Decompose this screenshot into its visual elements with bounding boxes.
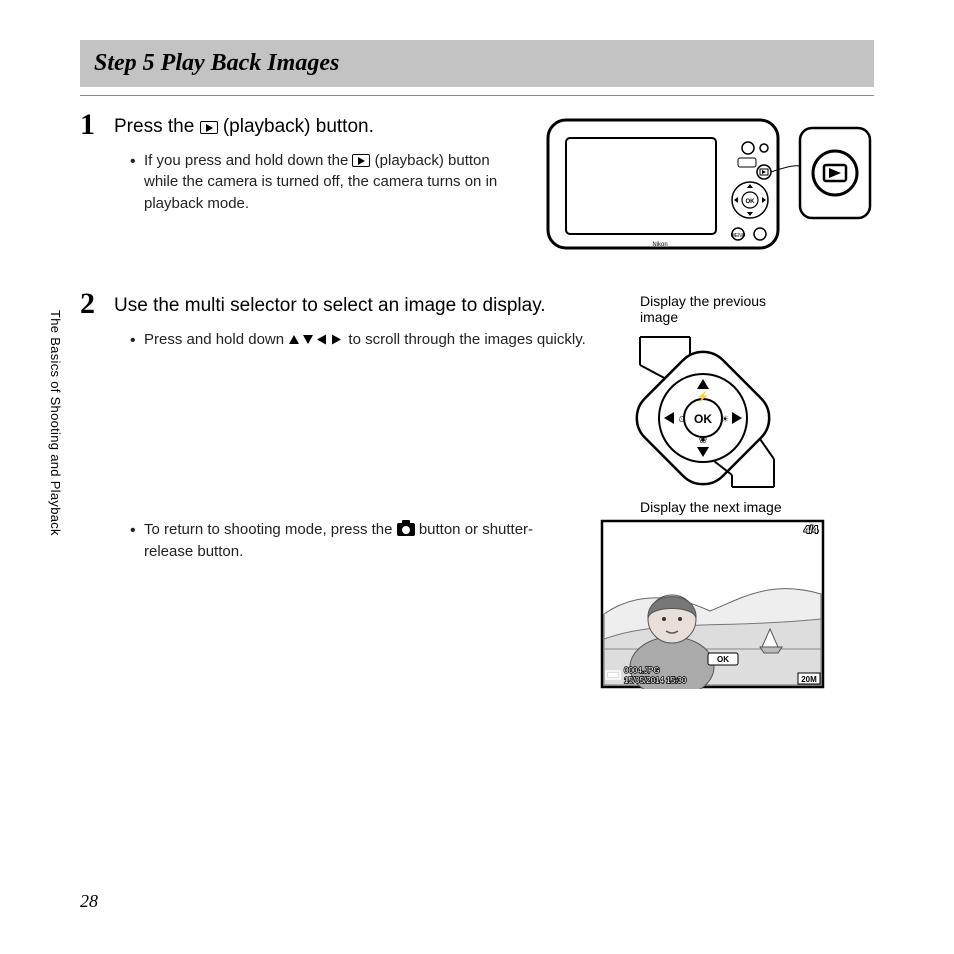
page-number: 28: [80, 891, 98, 912]
playback-icon: [200, 121, 218, 134]
step-2-heading: Use the multi selector to select an imag…: [114, 293, 610, 319]
step-1-bullet-pre: If you press and hold down the: [144, 152, 352, 169]
svg-text:☀: ☀: [721, 414, 729, 424]
side-section-label: The Basics of Shooting and Playback: [48, 310, 63, 536]
step-1-heading: Press the (playback) button.: [114, 114, 524, 140]
screen-filename: 0004.JPG: [624, 666, 660, 675]
screen-datetime: 15/05/2014 15:30: [624, 676, 687, 685]
svg-text:⚡: ⚡: [697, 390, 709, 403]
step-2-bullet-2-pre: To return to shooting mode, press the: [144, 521, 397, 538]
multi-selector-figure: Display the previous image OK ⚡ ❀ ⏲: [630, 293, 785, 515]
svg-text:⏲: ⏲: [678, 414, 685, 424]
step-1-bullet: If you press and hold down the (playback…: [130, 150, 524, 215]
section-title: Step 5 Play Back Images: [80, 40, 874, 87]
playback-icon: [352, 154, 370, 167]
step-2-bullet-1-pre: Press and hold down: [144, 331, 288, 348]
step-1-heading-pre: Press the: [114, 116, 200, 137]
svg-text:Nikon: Nikon: [652, 242, 667, 248]
label-previous-image: Display the previous image: [640, 293, 785, 325]
label-next-image: Display the next image: [640, 499, 785, 515]
step-1: 1 Press the (playback) button. If you pr…: [80, 114, 874, 263]
svg-text:OK: OK: [746, 199, 756, 205]
step-2-number: 2: [80, 287, 95, 321]
screen-counter: 4/4: [804, 525, 818, 536]
step-2-bullet-1: Press and hold down to scroll through th…: [130, 329, 610, 351]
camera-back-figure: Nikon OK MENU: [544, 114, 874, 263]
step-1-number: 1: [80, 108, 95, 142]
step-2: 2 Use the multi selector to select an im…: [80, 293, 874, 693]
playback-screen-figure: 4/4 OK 0004.JPG 15/05/2014 15:30 20M: [600, 519, 825, 693]
camera-mode-icon: [397, 523, 415, 536]
svg-text:OK: OK: [694, 412, 712, 426]
svg-text:❀: ❀: [699, 435, 707, 446]
step-1-heading-post: (playback) button.: [218, 116, 374, 137]
divider: [80, 95, 874, 96]
dpad-arrows-icon: [288, 333, 344, 347]
step-2-bullet-2: To return to shooting mode, press the bu…: [130, 519, 580, 563]
svg-text:MENU: MENU: [731, 233, 746, 239]
step-2-bullet-1-post: to scroll through the images quickly.: [344, 331, 586, 348]
svg-text:OK: OK: [717, 655, 729, 664]
screen-size: 20M: [801, 675, 817, 684]
side-tab-marker: [22, 315, 38, 615]
